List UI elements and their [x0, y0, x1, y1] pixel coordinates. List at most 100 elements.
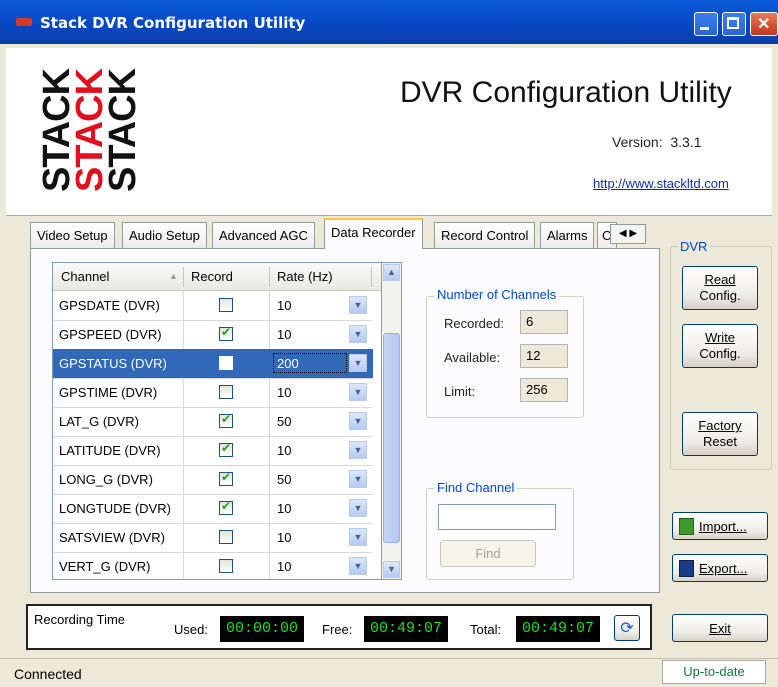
recording-time-title: Recording Time [34, 612, 126, 627]
column-header-rate[interactable]: Rate (Hz) [277, 269, 333, 284]
table-scrollbar[interactable]: ▲ ▼ [382, 262, 402, 580]
channel-name: GPSPEED (DVR) [59, 327, 162, 342]
channel-name: SATSVIEW (DVR) [59, 530, 165, 545]
chevron-down-icon[interactable]: ▼ [349, 470, 367, 488]
record-checkbox[interactable] [219, 298, 233, 312]
channel-name: GPSDATE (DVR) [59, 298, 160, 313]
rate-select[interactable]: 10 [277, 501, 291, 516]
refresh-button[interactable]: ⟳ [614, 615, 640, 641]
record-checkbox[interactable] [219, 559, 233, 573]
factory-reset-label: Factory [698, 418, 742, 433]
scroll-down-icon[interactable]: ▼ [383, 561, 400, 578]
exit-label: Exit [709, 621, 731, 636]
write-config-label: Config. [699, 346, 741, 361]
tab-video-setup[interactable]: Video Setup [30, 222, 115, 248]
rate-select[interactable]: 10 [277, 530, 291, 545]
chevron-down-icon[interactable]: ▼ [349, 354, 367, 372]
chevron-down-icon[interactable]: ▼ [349, 499, 367, 517]
app-title: DVR Configuration Utility [400, 76, 732, 109]
available-label: Available: [444, 350, 501, 365]
logo-word: STACK [102, 68, 144, 192]
table-row[interactable]: LAT_G (DVR) 50 ▼ [53, 407, 373, 437]
channel-table: Channel ▲ Record Rate (Hz) GPSDATE (DVR)… [52, 262, 382, 580]
tab-record-control[interactable]: Record Control [434, 222, 536, 248]
refresh-icon: ⟳ [620, 620, 634, 637]
version-info: Version: 3.3.1 [612, 134, 702, 150]
table-row[interactable]: GPSDATE (DVR) 10 ▼ [53, 291, 373, 321]
record-checkbox[interactable] [219, 470, 233, 486]
save-disk-icon [679, 560, 694, 577]
chevron-down-icon[interactable]: ▼ [349, 557, 367, 575]
export-button[interactable]: Export... [672, 554, 768, 582]
record-checkbox[interactable] [219, 530, 233, 544]
read-config-label: Config. [699, 288, 741, 303]
record-checkbox[interactable] [219, 412, 233, 428]
chevron-down-icon[interactable]: ▼ [349, 528, 367, 546]
find-button[interactable]: Find [440, 540, 536, 567]
table-row[interactable]: SATSVIEW (DVR) 10 ▼ [53, 523, 373, 553]
record-checkbox[interactable] [219, 499, 233, 515]
tab-alarms[interactable]: Alarms [540, 222, 595, 248]
record-checkbox[interactable] [219, 385, 233, 399]
free-time-display: 00:49:07 [364, 616, 448, 642]
channel-name: GPSTATUS (DVR) [59, 356, 167, 371]
export-label: Export... [699, 561, 748, 576]
tab-advanced-agc[interactable]: Advanced AGC [212, 222, 315, 248]
table-header: Channel ▲ Record Rate (Hz) [53, 263, 381, 291]
chevron-down-icon[interactable]: ▼ [349, 441, 367, 459]
rate-select[interactable]: 200 [273, 353, 347, 373]
tab-scroll-arrows[interactable]: ◀ ▶ [610, 224, 646, 244]
close-button[interactable] [750, 12, 778, 36]
tab-data-recorder[interactable]: Data Recorder [324, 218, 423, 249]
write-config-button[interactable]: Write Config. [682, 324, 758, 368]
table-row[interactable]: LONG_G (DVR) 50 ▼ [53, 465, 373, 495]
scroll-up-icon[interactable]: ▲ [383, 264, 400, 281]
rate-select[interactable]: 10 [277, 327, 291, 342]
table-row[interactable]: LONGTUDE (DVR) 10 ▼ [53, 494, 373, 524]
table-row[interactable]: VERT_G (DVR) 10 ▼ [53, 552, 373, 579]
factory-reset-button[interactable]: Factory Reset [682, 412, 758, 456]
chevron-down-icon[interactable]: ▼ [349, 383, 367, 401]
chevron-down-icon[interactable]: ▼ [349, 296, 367, 314]
find-channel-title: Find Channel [434, 480, 518, 495]
import-label: Import... [699, 519, 747, 534]
table-row[interactable]: LATITUDE (DVR) 10 ▼ [53, 436, 373, 466]
website-link[interactable]: http://www.stackltd.com [593, 176, 729, 191]
limit-value: 256 [520, 378, 568, 402]
total-label: Total: [470, 622, 502, 637]
find-channel-input[interactable] [438, 504, 556, 530]
read-config-button[interactable]: Read Config. [682, 266, 758, 310]
window-title: Stack DVR Configuration Utility [40, 14, 306, 32]
exit-button[interactable]: Exit [672, 614, 768, 642]
column-header-record[interactable]: Record [191, 269, 233, 284]
maximize-button[interactable] [722, 12, 746, 36]
record-checkbox[interactable] [219, 356, 233, 370]
channel-name: LONGTUDE (DVR) [59, 501, 171, 516]
record-checkbox[interactable] [219, 325, 233, 341]
channel-name: LONG_G (DVR) [59, 472, 153, 487]
import-button[interactable]: Import... [672, 512, 768, 540]
app-icon [16, 18, 32, 26]
rate-select[interactable]: 10 [277, 298, 291, 313]
import-icon [679, 518, 694, 535]
stack-logo: STACK STACK STACK [36, 68, 144, 192]
rate-select[interactable]: 50 [277, 472, 291, 487]
column-header-channel[interactable]: Channel [61, 269, 109, 284]
table-row[interactable]: GPSPEED (DVR) 10 ▼ [53, 320, 373, 350]
rate-select[interactable]: 10 [277, 443, 291, 458]
chevron-down-icon[interactable]: ▼ [349, 412, 367, 430]
table-row[interactable]: GPSTIME (DVR) 10 ▼ [53, 378, 373, 408]
rate-select[interactable]: 10 [277, 385, 291, 400]
tab-audio-setup[interactable]: Audio Setup [122, 222, 207, 248]
read-config-label: Read [704, 272, 736, 287]
minimize-button[interactable] [694, 12, 718, 36]
chevron-down-icon[interactable]: ▼ [349, 325, 367, 343]
record-checkbox[interactable] [219, 441, 233, 457]
table-row[interactable]: GPSTATUS (DVR) 200 ▼ [53, 349, 373, 379]
channel-name: VERT_G (DVR) [59, 559, 151, 574]
rate-select[interactable]: 10 [277, 559, 291, 574]
dvr-group-title: DVR [678, 239, 710, 254]
free-label: Free: [322, 622, 353, 637]
scroll-thumb[interactable] [383, 333, 400, 543]
rate-select[interactable]: 50 [277, 414, 291, 429]
